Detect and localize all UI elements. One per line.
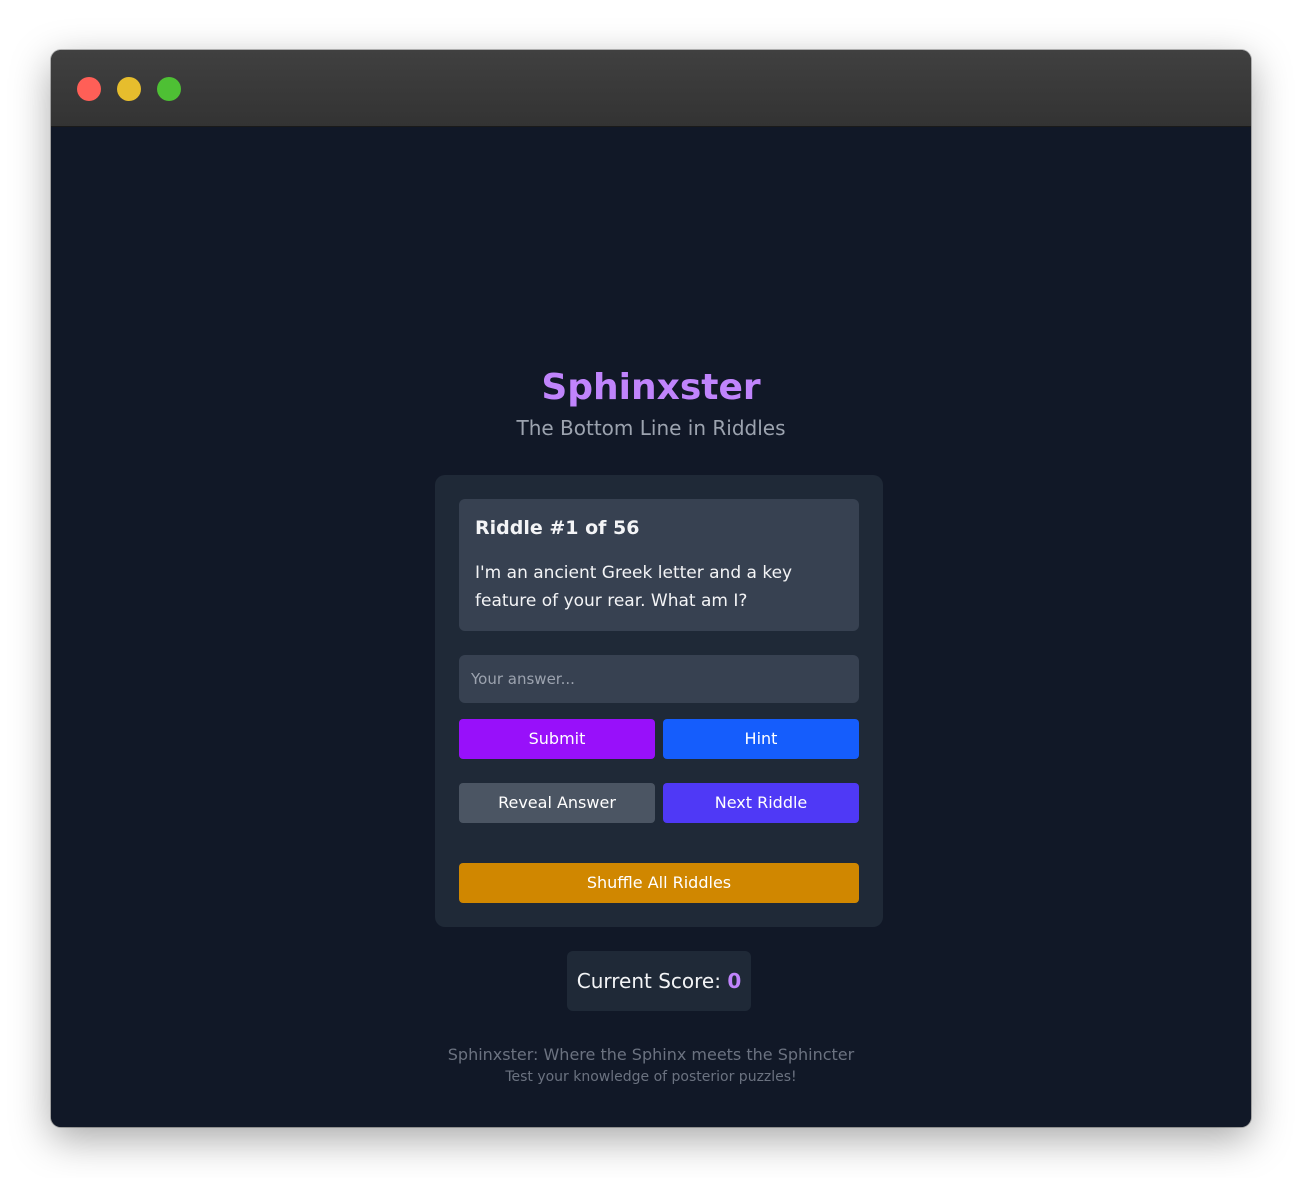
app-title: Sphinxster (541, 367, 761, 408)
maximize-window-button[interactable] (157, 77, 181, 101)
shuffle-riddles-button[interactable]: Shuffle All Riddles (459, 863, 859, 903)
page-content: Sphinxster The Bottom Line in Riddles Ri… (51, 127, 1251, 1127)
window-titlebar (51, 50, 1251, 127)
riddle-text: I'm an ancient Greek letter and a key fe… (475, 563, 793, 611)
riddle-box: Riddle #1 of 56 I'm an ancient Greek let… (459, 499, 859, 631)
hint-button[interactable]: Hint (663, 719, 859, 759)
app-subtitle: The Bottom Line in Riddles (516, 416, 786, 440)
reveal-answer-button[interactable]: Reveal Answer (459, 783, 655, 823)
answer-input[interactable] (459, 655, 859, 703)
submit-button[interactable]: Submit (459, 719, 655, 759)
next-riddle-button[interactable]: Next Riddle (663, 783, 859, 823)
close-window-button[interactable] (77, 77, 101, 101)
riddle-card: Riddle #1 of 56 I'm an ancient Greek let… (435, 475, 883, 927)
footer-tagline: Sphinxster: Where the Sphinx meets the S… (447, 1045, 855, 1064)
riddle-heading: Riddle #1 of 56 (475, 517, 640, 539)
footer-subtagline: Test your knowledge of posterior puzzles… (505, 1069, 797, 1085)
score-label: Current Score: (576, 969, 728, 993)
score-value: 0 (727, 969, 742, 993)
app-window: Sphinxster The Bottom Line in Riddles Ri… (51, 50, 1251, 1127)
minimize-window-button[interactable] (117, 77, 141, 101)
score-panel: Current Score: 0 (567, 951, 751, 1011)
